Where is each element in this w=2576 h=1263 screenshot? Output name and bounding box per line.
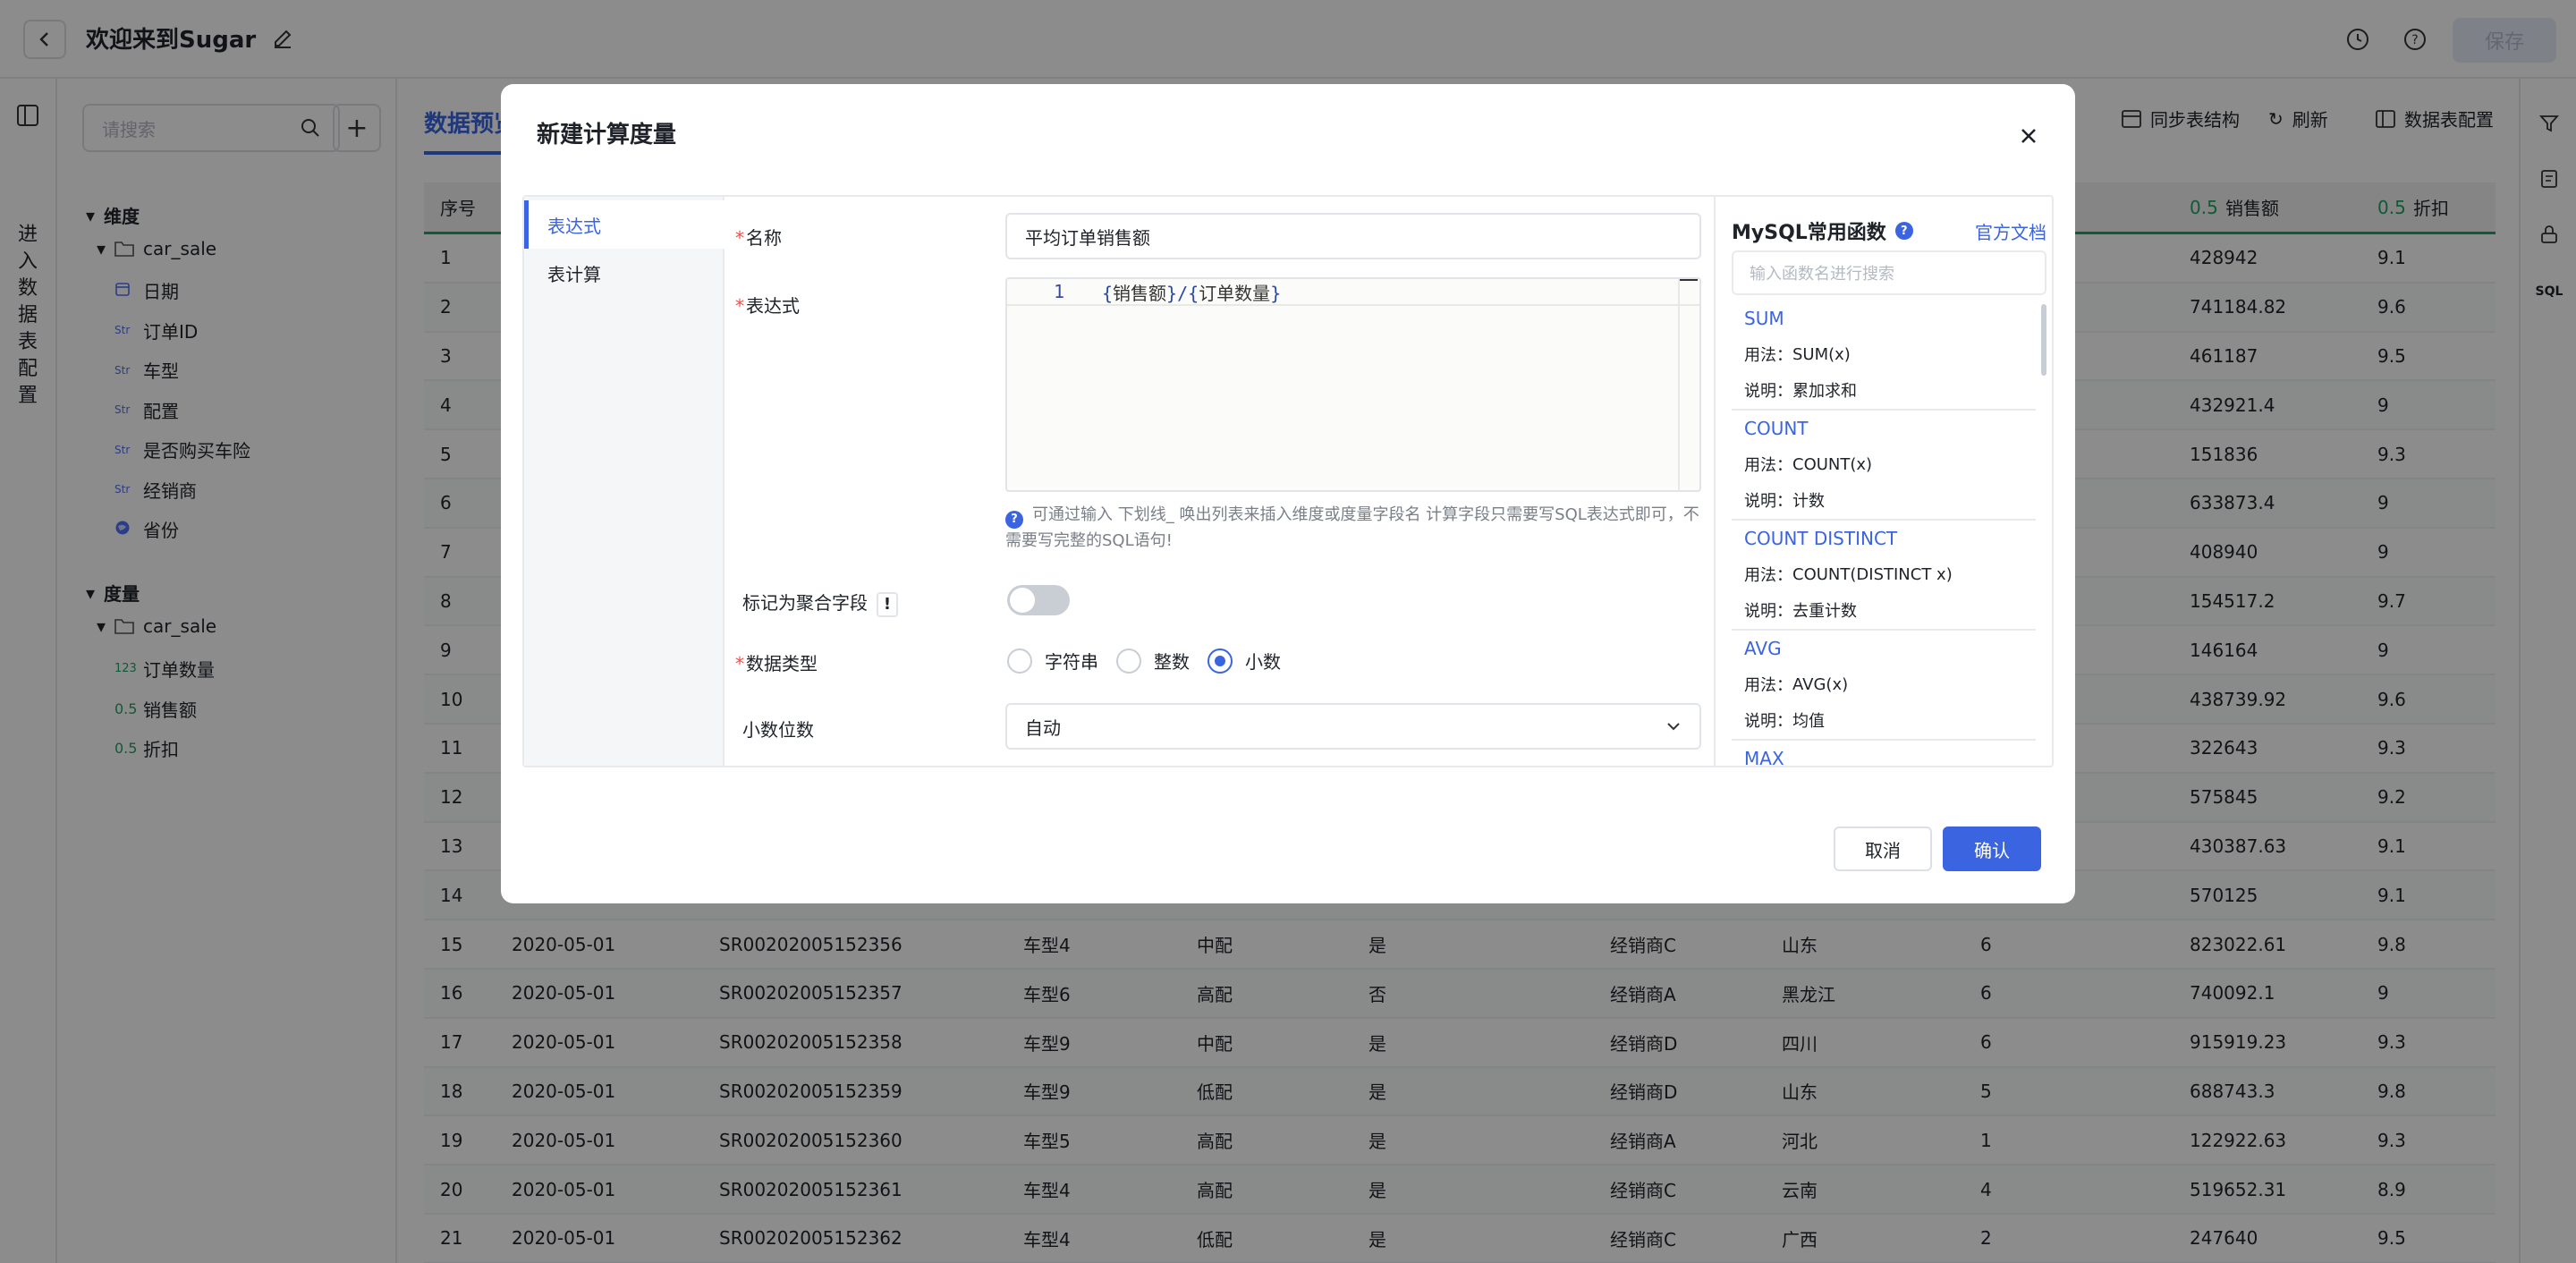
desc-prefix: 说明： [1744, 382, 1792, 401]
expression-hint: ? 可通过输入 下划线_ 唤出列表来插入维度或度量字段名 计算字段只需要写SQL表… [1005, 505, 1699, 550]
function-name: COUNT DISTINCT [1744, 528, 1898, 549]
function-usage: 用法： SUM(x) [1744, 336, 2036, 372]
function-item[interactable]: COUNT DISTINCT 用法： COUNT(DISTINCT x) 说明： 去重计… [1732, 521, 2036, 631]
dialog-title: 新建计算度量 [537, 122, 677, 148]
function-item[interactable]: AVG 用法： AVG(x) 说明： 均值 [1732, 631, 2036, 741]
function-description: 说明： 去重计数 [1744, 592, 2036, 628]
usage-value: COUNT(DISTINCT x) [1792, 564, 1953, 584]
usage-prefix: 用法： [1744, 456, 1792, 475]
usage-value: COUNT(x) [1792, 454, 1873, 474]
expression-label: * 表达式 [735, 295, 800, 317]
editor-scrollbar[interactable] [1678, 279, 1699, 490]
expression-text: {销售额}/{订单数量} [1102, 282, 1282, 304]
help-icon[interactable]: ? [1894, 222, 1913, 240]
expression-editor[interactable]: 1 {销售额}/{订单数量} [1005, 277, 1701, 492]
function-list[interactable]: SUM 用法： SUM(x) 说明： 累加求和 COUNT 用法： COUNT(x) 说明： 计数… [1732, 301, 2036, 766]
desc-prefix: 说明： [1744, 492, 1792, 511]
info-icon[interactable]: ! [877, 591, 898, 617]
function-name: SUM [1744, 308, 1784, 329]
question-icon: ? [1005, 511, 1023, 529]
usage-prefix: 用法： [1744, 346, 1792, 365]
line-number: 1 [1053, 281, 1064, 302]
function-usage: 用法： COUNT(DISTINCT x) [1744, 556, 2036, 592]
cancel-button[interactable]: 取消 [1834, 826, 1932, 871]
function-reference-panel: MySQL常用函数 ? 官方文档 输入函数名进行搜索 SUM 用法： SUM(x) 说… [1714, 197, 2054, 766]
function-name: MAX [1744, 748, 1784, 766]
function-item[interactable]: SUM 用法： SUM(x) 说明： 累加求和 [1732, 301, 2036, 411]
usage-value: SUM(x) [1792, 344, 1851, 364]
desc-value: 累加求和 [1792, 382, 1857, 401]
function-item[interactable]: MAX [1732, 741, 2036, 766]
decimals-select[interactable]: 自动 [1005, 703, 1701, 750]
decimals-label: 小数位数 [742, 719, 814, 741]
minimap-marker [1680, 279, 1698, 281]
dialog-body: 表达式 表计算 * 名称 平均订单销售额 * 表达式 1 {销售额}/{订单数量} … [522, 195, 2054, 767]
aggregate-label: 标记为聚合字段! [742, 589, 898, 617]
aggregate-toggle[interactable] [1007, 585, 1070, 615]
toggle-knob [1010, 588, 1035, 613]
function-description: 说明： 累加求和 [1744, 372, 2036, 408]
function-description: 说明： 均值 [1744, 702, 2036, 738]
official-docs-link[interactable]: 官方文档 [1975, 218, 2046, 244]
desc-prefix: 说明： [1744, 602, 1792, 621]
desc-value: 均值 [1792, 712, 1825, 731]
datatype-label: * 数据类型 [735, 653, 818, 674]
radio-string[interactable]: 字符串 [1007, 648, 1098, 674]
desc-value: 计数 [1792, 492, 1825, 511]
function-name: AVG [1744, 638, 1782, 659]
code-line: 1 {销售额}/{订单数量} [1007, 279, 1699, 306]
function-name: COUNT [1744, 418, 1809, 439]
tab-table-calculation[interactable]: 表计算 [524, 249, 724, 297]
function-usage: 用法： COUNT(x) [1744, 446, 2036, 482]
radio-integer[interactable]: 整数 [1116, 648, 1190, 674]
usage-prefix: 用法： [1744, 676, 1792, 695]
function-description: 说明： 计数 [1744, 482, 2036, 518]
mode-tabs: 表达式 表计算 [524, 197, 724, 766]
functions-title: MySQL常用函数 ? [1732, 216, 1913, 245]
chevron-down-icon [1667, 723, 1680, 731]
usage-value: AVG(x) [1792, 674, 1849, 694]
confirm-button[interactable]: 确认 [1943, 826, 2041, 871]
name-input[interactable]: 平均订单销售额 [1005, 213, 1701, 259]
function-item[interactable]: COUNT 用法： COUNT(x) 说明： 计数 [1732, 411, 2036, 521]
close-icon[interactable] [2012, 120, 2045, 152]
radio-decimal[interactable]: 小数 [1208, 648, 1281, 674]
desc-prefix: 说明： [1744, 712, 1792, 731]
name-label: * 名称 [735, 227, 782, 249]
function-usage: 用法： AVG(x) [1744, 666, 2036, 702]
new-calculated-measure-dialog: 新建计算度量 表达式 表计算 * 名称 平均订单销售额 * 表达式 1 {销售额}/… [501, 84, 2075, 903]
function-list-scrollbar[interactable] [2041, 304, 2046, 376]
usage-prefix: 用法： [1744, 566, 1792, 585]
desc-value: 去重计数 [1792, 602, 1857, 621]
function-search-input[interactable]: 输入函数名进行搜索 [1732, 250, 2046, 295]
tab-expression[interactable]: 表达式 [524, 200, 724, 249]
